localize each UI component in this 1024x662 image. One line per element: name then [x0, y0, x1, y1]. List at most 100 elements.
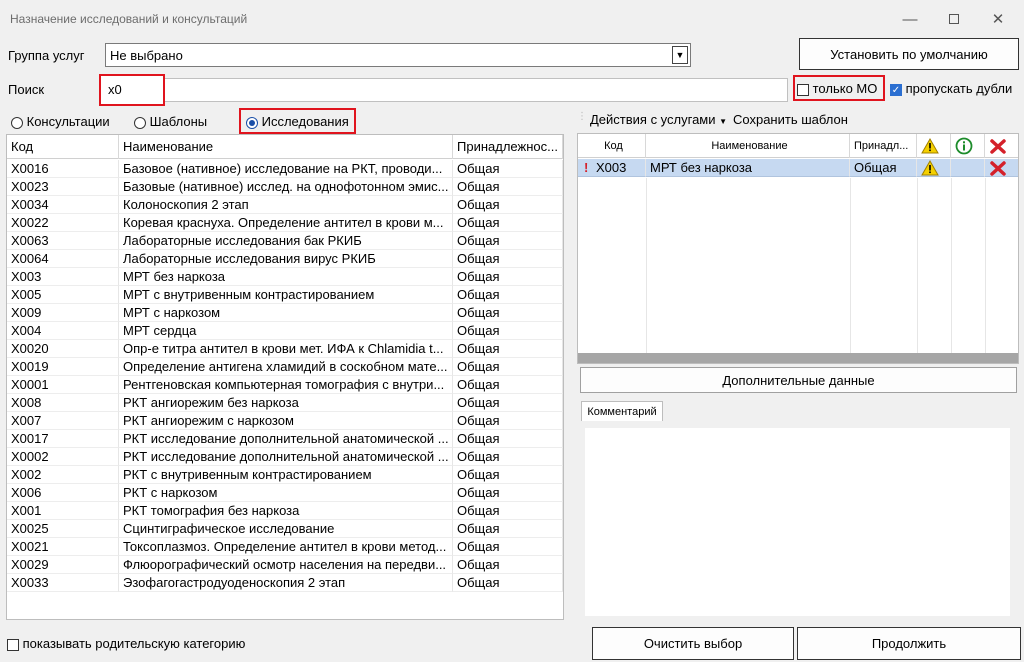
table-row[interactable]: X008 РКТ ангиорежим без наркоза Общая — [7, 394, 563, 412]
horizontal-scrollbar[interactable] — [578, 353, 1018, 363]
tab-comment[interactable]: Комментарий — [581, 401, 663, 421]
minimize-button[interactable]: — — [888, 4, 932, 34]
column-header-code[interactable]: Код — [578, 134, 646, 158]
column-header-delete[interactable] — [985, 134, 1018, 158]
cell-code: X0019 — [7, 358, 119, 376]
selected-row[interactable]: ! X003 МРТ без наркоза Общая — [578, 159, 1018, 177]
column-header-info[interactable] — [951, 134, 985, 158]
table-row[interactable]: X007 РКТ ангиорежим с наркозом Общая — [7, 412, 563, 430]
cell-name: Коревая краснуха. Определение антител в … — [119, 214, 453, 232]
service-actions-menu[interactable]: Действия с услугами ▼ — [590, 112, 727, 127]
cell-name: Лабораторные исследования бак РКИБ — [119, 232, 453, 250]
table-row[interactable]: X009 МРТ с наркозом Общая — [7, 304, 563, 322]
cell-name: Лабораторные исследования вирус РКИБ — [119, 250, 453, 268]
table-row[interactable]: X0022 Коревая краснуха. Определение антит… — [7, 214, 563, 232]
show-parent-checkbox[interactable]: показывать родительскую категорию — [7, 636, 245, 651]
cell-belonging: Общая — [453, 502, 563, 520]
table-row[interactable]: X0064 Лабораторные исследования вирус РКИ… — [7, 250, 563, 268]
table-row[interactable]: X003 МРТ без наркоза Общая — [7, 268, 563, 286]
radio-consultations[interactable]: Консультации — [11, 114, 110, 129]
cell-name: Колоноскопия 2 этап — [119, 196, 453, 214]
radio-templates[interactable]: Шаблоны — [134, 114, 207, 129]
checkbox-icon[interactable] — [797, 83, 809, 96]
selected-cell-delete[interactable] — [985, 159, 1018, 177]
column-header-code[interactable]: Код — [7, 135, 119, 159]
group-select[interactable]: Не выбрано ▼ — [105, 43, 691, 67]
cell-code: X001 — [7, 502, 119, 520]
table-row[interactable]: X0063 Лабораторные исследования бак РКИБ О… — [7, 232, 563, 250]
radio-icon[interactable] — [11, 116, 23, 129]
save-template-button[interactable]: Сохранить шаблон — [733, 112, 848, 127]
selected-cell-info[interactable] — [951, 159, 985, 177]
column-header-belonging[interactable]: Принадлежнос... — [453, 135, 563, 159]
table-row[interactable]: X0001 Рентгеновская компьютерная томограф… — [7, 376, 563, 394]
cell-code: X008 — [7, 394, 119, 412]
cell-belonging: Общая — [453, 484, 563, 502]
cell-name: Сцинтиграфическое исследование — [119, 520, 453, 538]
cell-code: X007 — [7, 412, 119, 430]
radio-research[interactable]: Исследования — [246, 114, 349, 129]
additional-data-button[interactable]: Дополнительные данные — [580, 367, 1017, 393]
cell-name: РКТ исследование дополнительной анатомич… — [119, 430, 453, 448]
priority-flag: ! — [584, 160, 589, 175]
checkmark-icon[interactable]: ✓ — [890, 83, 902, 96]
table-row[interactable]: X004 МРТ сердца Общая — [7, 322, 563, 340]
cell-code: X004 — [7, 322, 119, 340]
cell-name: МРТ с наркозом — [119, 304, 453, 322]
selected-cell-name: МРТ без наркоза — [646, 159, 850, 177]
services-table[interactable]: Код Наименование Принадлежнос... X0016 Ба… — [6, 134, 564, 620]
cell-belonging: Общая — [453, 268, 563, 286]
table-row[interactable]: X0023 Базовые (нативное) исслед. на одноф… — [7, 178, 563, 196]
cell-name: РКТ ангиорежим без наркоза — [119, 394, 453, 412]
cell-belonging: Общая — [453, 340, 563, 358]
table-row[interactable]: X001 РКТ томография без наркоза Общая — [7, 502, 563, 520]
table-row[interactable]: X0002 РКТ исследование дополнительной ана… — [7, 448, 563, 466]
skip-dupes-checkbox[interactable]: ✓ пропускать дубли — [890, 81, 1012, 96]
cell-belonging: Общая — [453, 160, 563, 178]
cell-belonging: Общая — [453, 448, 563, 466]
search-highlight: x0 — [99, 74, 165, 106]
table-row[interactable]: X0016 Базовое (нативное) исследование на … — [7, 160, 563, 178]
table-row[interactable]: X0033 Эзофагогастродуоденоскопия 2 этап Об… — [7, 574, 563, 592]
search-input[interactable] — [105, 78, 788, 102]
column-header-name[interactable]: Наименование — [646, 134, 850, 158]
selected-empty-area — [578, 178, 1018, 354]
cell-name: Базовые (нативное) исслед. на однофотонн… — [119, 178, 453, 196]
table-row[interactable]: X0029 Флюорографический осмотр населения … — [7, 556, 563, 574]
cell-code: X0016 — [7, 160, 119, 178]
cell-name: РКТ ангиорежим с наркозом — [119, 412, 453, 430]
warning-icon — [921, 159, 939, 176]
table-row[interactable]: X0019 Определение антигена хламидий в сос… — [7, 358, 563, 376]
cell-belonging: Общая — [453, 250, 563, 268]
radio-icon[interactable] — [134, 116, 146, 129]
table-row[interactable]: X002 РКТ с внутривенным контрастированием… — [7, 466, 563, 484]
table-row[interactable]: X005 МРТ с внутривенным контрастированием… — [7, 286, 563, 304]
table-row[interactable]: X0020 Опр-е титра антител в крови мет. ИФ… — [7, 340, 563, 358]
selected-cell-code: ! X003 — [578, 159, 646, 177]
column-header-belonging[interactable]: Принадл... — [850, 134, 917, 158]
radio-selected-icon[interactable] — [246, 116, 258, 129]
close-button[interactable]: ✕ — [976, 4, 1020, 34]
column-header-name[interactable]: Наименование — [119, 135, 453, 159]
table-row[interactable]: X0034 Колоноскопия 2 этап Общая — [7, 196, 563, 214]
clear-selection-button[interactable]: Очистить выбор — [592, 627, 794, 660]
selected-table[interactable]: Код Наименование Принадл... ! X003 МРТ б… — [577, 133, 1019, 364]
selected-cell-warning[interactable] — [917, 159, 951, 177]
chevron-down-icon[interactable]: ▼ — [672, 46, 688, 64]
table-row[interactable]: X0017 РКТ исследование дополнительной ана… — [7, 430, 563, 448]
column-header-warning[interactable] — [917, 134, 951, 158]
set-default-button[interactable]: Установить по умолчанию — [799, 38, 1019, 70]
only-mo-checkbox[interactable]: только МО — [797, 81, 877, 96]
cell-belonging: Общая — [453, 430, 563, 448]
table-row[interactable]: X0021 Токсоплазмоз. Определение антител в… — [7, 538, 563, 556]
cell-belonging: Общая — [453, 412, 563, 430]
comment-textarea[interactable] — [585, 428, 1010, 616]
maximize-button[interactable] — [932, 4, 976, 34]
table-row[interactable]: X006 РКТ с наркозом Общая — [7, 484, 563, 502]
cell-name: РКТ с внутривенным контрастированием — [119, 466, 453, 484]
table-row[interactable]: X0025 Сцинтиграфическое исследование Общая — [7, 520, 563, 538]
cell-belonging: Общая — [453, 214, 563, 232]
checkbox-icon[interactable] — [7, 638, 19, 651]
continue-button[interactable]: Продолжить — [797, 627, 1021, 660]
cell-code: X0029 — [7, 556, 119, 574]
